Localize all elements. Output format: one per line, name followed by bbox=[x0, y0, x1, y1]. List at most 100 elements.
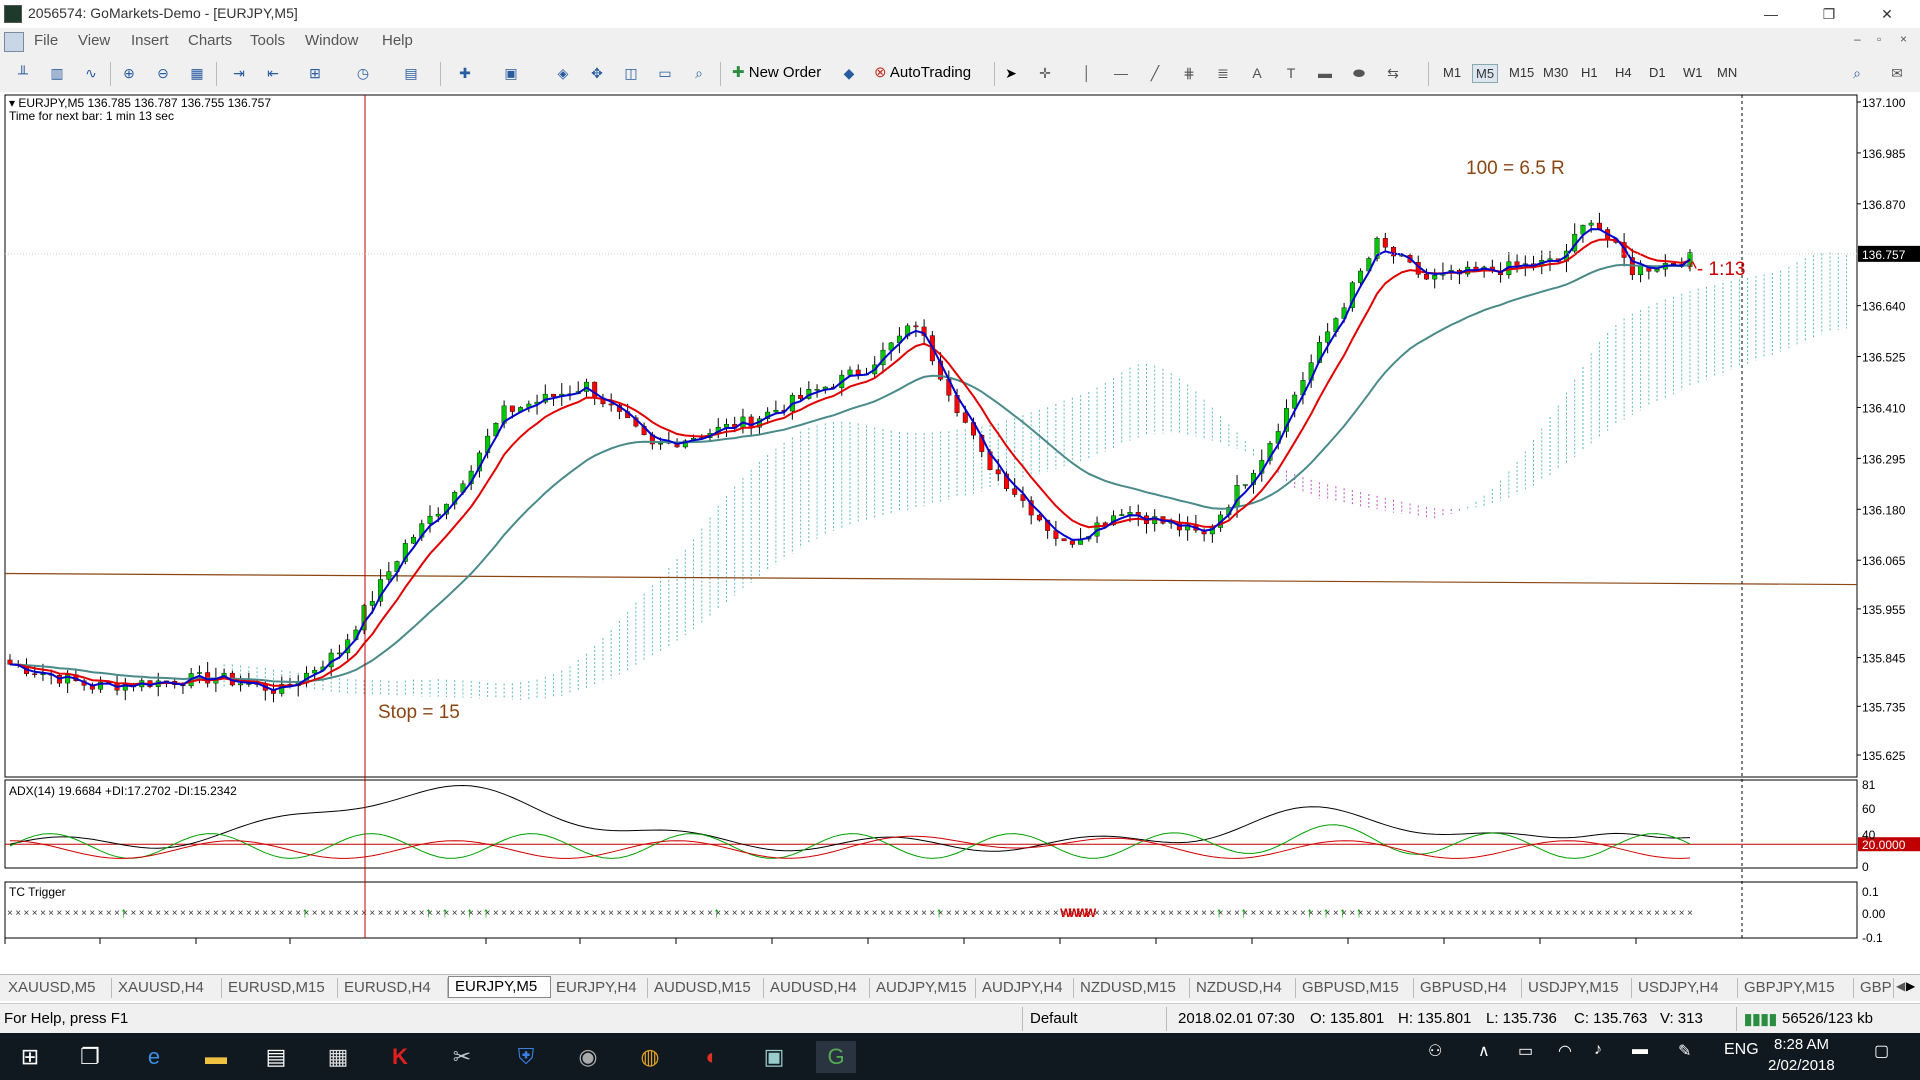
snipping-tool-icon[interactable]: ✂ bbox=[442, 1041, 482, 1073]
search-icon[interactable]: ⌕ bbox=[1846, 62, 1868, 84]
people-icon[interactable]: ⚇ bbox=[1428, 1041, 1442, 1061]
calculator-icon[interactable]: ▦ bbox=[318, 1041, 358, 1073]
notifications-icon[interactable]: ▢ bbox=[1874, 1041, 1889, 1061]
file-explorer-icon[interactable]: ▬ bbox=[196, 1041, 236, 1073]
tab-nzdusd-m15[interactable]: NZDUSD,M15 bbox=[1074, 978, 1190, 998]
menu-charts[interactable]: Charts bbox=[188, 32, 232, 49]
menu-insert[interactable]: Insert bbox=[131, 32, 169, 49]
tab-scroll-right-icon[interactable]: ▶ bbox=[1906, 979, 1915, 993]
tab-scroll-left-icon[interactable]: ◀ bbox=[1896, 979, 1905, 993]
tray-language[interactable]: ENG bbox=[1724, 1041, 1759, 1059]
mdi-minimize-button[interactable]: – bbox=[1854, 32, 1861, 46]
start-icon[interactable]: ⊞ bbox=[10, 1041, 50, 1073]
indicators-icon[interactable]: ⊞ bbox=[304, 62, 326, 84]
autotrading-button[interactable]: ⊗ AutoTrading bbox=[870, 61, 975, 85]
timeframe-m5[interactable]: M5 bbox=[1472, 64, 1499, 83]
tab-eurusd-h4[interactable]: EURUSD,H4 bbox=[338, 978, 448, 998]
fibonacci-icon[interactable]: ≣ bbox=[1212, 62, 1234, 84]
tab-nzdusd-h4[interactable]: NZDUSD,H4 bbox=[1190, 978, 1296, 998]
kaspersky-icon[interactable]: K bbox=[380, 1041, 420, 1073]
menu-window[interactable]: Window bbox=[305, 32, 358, 49]
chrome-icon[interactable]: ◍ bbox=[630, 1041, 670, 1073]
cursor-icon[interactable]: ➤ bbox=[1000, 62, 1022, 84]
timeframe-h1[interactable]: H1 bbox=[1578, 64, 1601, 81]
store-icon[interactable]: ▤ bbox=[256, 1041, 296, 1073]
tray-chevron-icon[interactable]: ∧ bbox=[1478, 1041, 1490, 1061]
tab-gbpjpy-m15[interactable]: GBPJPY,M15 bbox=[1738, 978, 1854, 998]
ellipse-icon[interactable]: ⬬ bbox=[1348, 62, 1370, 84]
tab-eurjpy-h4[interactable]: EURJPY,H4 bbox=[550, 978, 648, 998]
tab-audjpy-h4[interactable]: AUDJPY,H4 bbox=[976, 978, 1074, 998]
timeframe-m30[interactable]: M30 bbox=[1540, 64, 1571, 81]
tab-audusd-m15[interactable]: AUDUSD,M15 bbox=[648, 978, 764, 998]
defender-icon[interactable]: ⛨ bbox=[506, 1041, 546, 1073]
wifi-icon[interactable]: ◠ bbox=[1558, 1041, 1572, 1061]
new-chart-icon[interactable]: ✚ bbox=[454, 62, 476, 84]
chart-window-icon[interactable] bbox=[4, 32, 24, 52]
strategy-tester-icon[interactable]: ⌕ bbox=[688, 62, 710, 84]
vertical-line-icon[interactable]: │ bbox=[1076, 62, 1098, 84]
tray-time[interactable]: 8:28 AM bbox=[1774, 1036, 1829, 1053]
profiles-icon[interactable]: ▣ bbox=[500, 62, 522, 84]
mdi-close-button[interactable]: × bbox=[1900, 32, 1907, 46]
bar-chart-icon[interactable]: ╨ bbox=[12, 62, 34, 84]
periods-icon[interactable]: ◷ bbox=[352, 62, 374, 84]
metatrader-taskbar-icon[interactable]: G bbox=[816, 1041, 856, 1073]
menu-help[interactable]: Help bbox=[382, 32, 413, 49]
arrows-icon[interactable]: ⇆ bbox=[1382, 62, 1404, 84]
chat-icon[interactable]: ✉ bbox=[1886, 62, 1908, 84]
auto-scroll-icon[interactable]: ⇥ bbox=[228, 62, 250, 84]
status-profile[interactable]: Default bbox=[1030, 1010, 1078, 1027]
tab-eurusd-m15[interactable]: EURUSD,M15 bbox=[222, 978, 338, 998]
keyboard-icon[interactable]: ▭ bbox=[1518, 1041, 1533, 1061]
timeframe-h4[interactable]: H4 bbox=[1612, 64, 1635, 81]
menu-tools[interactable]: Tools bbox=[250, 32, 285, 49]
task-view-icon[interactable]: ❐ bbox=[70, 1041, 110, 1073]
pen-icon[interactable]: ✎ bbox=[1678, 1041, 1691, 1061]
camera-icon[interactable]: ◉ bbox=[568, 1041, 608, 1073]
timeframe-w1[interactable]: W1 bbox=[1680, 64, 1706, 81]
battery-icon[interactable]: ▬ bbox=[1632, 1041, 1648, 1059]
text-icon[interactable]: A bbox=[1246, 62, 1268, 84]
timeframe-mn[interactable]: MN bbox=[1714, 64, 1740, 81]
rectangle-icon[interactable]: ▬ bbox=[1314, 62, 1336, 84]
tradingview-icon[interactable]: ◐ bbox=[692, 1041, 732, 1073]
trendline-icon[interactable]: ╱ bbox=[1144, 62, 1166, 84]
navigator-icon[interactable]: ✥ bbox=[586, 62, 608, 84]
tray-date[interactable]: 2/02/2018 bbox=[1768, 1057, 1835, 1074]
chart-canvas[interactable]: × × × × × × × × × × × × × × × × × × × × × × × × × × × × × × × × × × × × × × × ×… bbox=[0, 92, 1920, 948]
zoom-out-icon[interactable]: ⊖ bbox=[152, 62, 174, 84]
crosshair-icon[interactable]: ✛ bbox=[1034, 62, 1056, 84]
market-watch-icon[interactable]: ◈ bbox=[552, 62, 574, 84]
edge-icon[interactable]: e bbox=[134, 1041, 174, 1073]
zoom-in-icon[interactable]: ⊕ bbox=[118, 62, 140, 84]
tab-xauusd-m5[interactable]: XAUUSD,M5 bbox=[2, 978, 112, 998]
mdi-restore-button[interactable]: ▫ bbox=[1877, 32, 1881, 46]
tile-windows-icon[interactable]: ▦ bbox=[186, 62, 208, 84]
terminal-icon[interactable]: ▭ bbox=[654, 62, 676, 84]
tab-usdjpy-m15[interactable]: USDJPY,M15 bbox=[1522, 978, 1632, 998]
andrews-pitchfork-icon[interactable]: ⋕ bbox=[1178, 62, 1200, 84]
candlestick-icon[interactable]: ▥ bbox=[46, 62, 68, 84]
data-window-icon[interactable]: ◫ bbox=[620, 62, 642, 84]
new-order-button[interactable]: ✚ New Order bbox=[728, 61, 825, 85]
menu-file[interactable]: File bbox=[34, 32, 58, 49]
horizontal-line-icon[interactable]: — bbox=[1110, 62, 1132, 84]
chart-shift-icon[interactable]: ⇤ bbox=[262, 62, 284, 84]
menu-view[interactable]: View bbox=[78, 32, 110, 49]
line-chart-icon[interactable]: ∿ bbox=[80, 62, 102, 84]
timeframe-d1[interactable]: D1 bbox=[1646, 64, 1669, 81]
timeframe-m1[interactable]: M1 bbox=[1440, 64, 1464, 81]
tab-eurjpy-m5[interactable]: EURJPY,M5 bbox=[448, 976, 551, 998]
metaeditor-icon[interactable]: ◆ bbox=[838, 62, 860, 84]
tab-audjpy-m15[interactable]: AUDJPY,M15 bbox=[870, 978, 976, 998]
text-label-icon[interactable]: T bbox=[1280, 62, 1302, 84]
close-button[interactable]: ✕ bbox=[1864, 0, 1910, 28]
volume-icon[interactable]: ♪ bbox=[1594, 1041, 1602, 1059]
tab-xauusd-h4[interactable]: XAUUSD,H4 bbox=[112, 978, 222, 998]
tab-gbp[interactable]: GBP bbox=[1854, 978, 1894, 998]
network-app-icon[interactable]: ▣ bbox=[754, 1041, 794, 1073]
chart-window[interactable]: × × × × × × × × × × × × × × × × × × × × × × × × × × × × × × × × × × × × × × × ×… bbox=[0, 92, 1920, 948]
templates-icon[interactable]: ▤ bbox=[400, 62, 422, 84]
tab-gbpusd-h4[interactable]: GBPUSD,H4 bbox=[1414, 978, 1522, 998]
